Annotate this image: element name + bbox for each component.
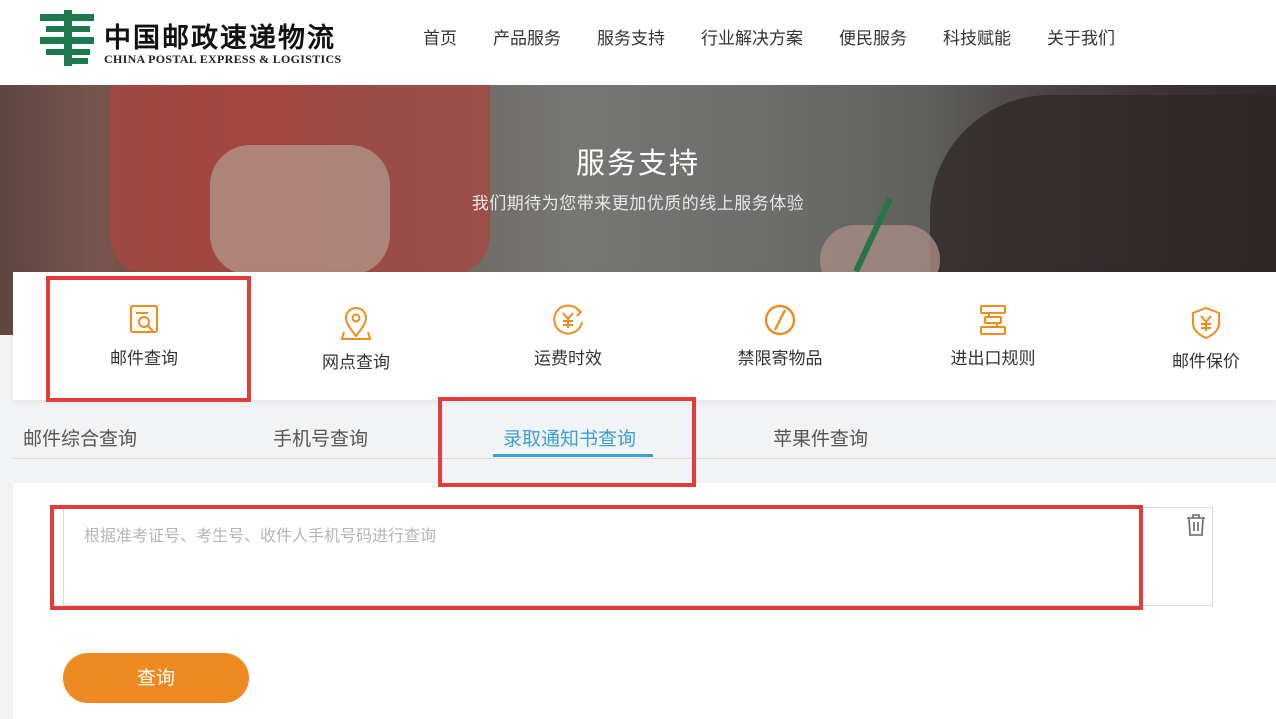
- trash-icon[interactable]: [1185, 513, 1207, 537]
- brand-logo[interactable]: 中国邮政速递物流 CHINA POSTAL EXPRESS & LOGISTIC…: [38, 10, 368, 70]
- highlight-mail-query: [46, 276, 251, 402]
- tab-apple-query[interactable]: 苹果件查询: [773, 424, 868, 451]
- rules-icon: [980, 305, 1006, 335]
- service-freight-time[interactable]: 运费时效: [468, 272, 668, 400]
- service-label: 邮件保价: [1172, 352, 1240, 372]
- location-pin-icon: [340, 307, 372, 340]
- site-header: 中国邮政速递物流 CHINA POSTAL EXPRESS & LOGISTIC…: [0, 0, 1276, 85]
- china-post-logo-icon: [40, 10, 94, 66]
- nav-convenience[interactable]: 便民服务: [839, 24, 907, 49]
- service-prohibited-items[interactable]: 禁限寄物品: [680, 272, 880, 400]
- shield-yuan-icon: [1192, 306, 1220, 340]
- highlight-admission-tab: [438, 397, 696, 487]
- tab-comprehensive-query[interactable]: 邮件综合查询: [23, 424, 137, 451]
- yuan-clock-icon: [553, 304, 583, 335]
- nav-products[interactable]: 产品服务: [493, 24, 561, 49]
- query-button[interactable]: 查询: [63, 653, 249, 703]
- nav-solutions[interactable]: 行业解决方案: [701, 24, 803, 49]
- service-label: 进出口规则: [950, 349, 1036, 369]
- service-branch-query[interactable]: 网点查询: [256, 276, 456, 404]
- service-label: 运费时效: [534, 349, 602, 369]
- service-import-export-rules[interactable]: 进出口规则: [893, 272, 1093, 400]
- service-label: 禁限寄物品: [737, 349, 823, 369]
- logo-chinese-name: 中国邮政速递物流: [104, 23, 336, 54]
- service-insured-mail[interactable]: 邮件保价: [1106, 275, 1276, 403]
- forbidden-icon: [764, 304, 796, 336]
- logo-english-name: CHINA POSTAL EXPRESS & LOGISTICS: [104, 52, 342, 66]
- nav-support[interactable]: 服务支持: [597, 24, 665, 49]
- nav-about[interactable]: 关于我们: [1047, 24, 1115, 49]
- main-nav: 首页 产品服务 服务支持 行业解决方案 便民服务 科技赋能 关于我们: [405, 24, 1133, 49]
- tab-phone-query[interactable]: 手机号查询: [273, 424, 368, 451]
- banner-subtitle: 我们期待为您带来更加优质的线上服务体验: [471, 194, 805, 214]
- nav-technology[interactable]: 科技赋能: [943, 24, 1011, 49]
- service-label: 网点查询: [322, 353, 390, 373]
- banner-title: 服务支持: [575, 146, 700, 180]
- nav-home[interactable]: 首页: [423, 24, 457, 49]
- highlight-query-input: [50, 505, 1143, 610]
